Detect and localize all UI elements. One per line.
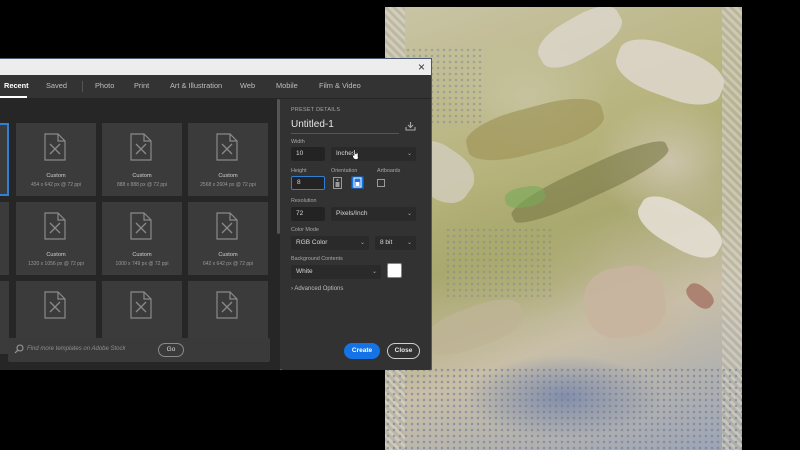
recent-presets-panel: Custom 454 x 642 px @ 72 ppi Custom 888 … [0, 99, 280, 370]
document-name[interactable]: Untitled-1 [291, 119, 334, 130]
bit-depth-select[interactable]: 8 bit ⌄ [375, 236, 416, 250]
preset-title: Custom [46, 173, 66, 179]
advanced-options-label: Advanced Options [294, 286, 344, 292]
chevron-down-icon: ⌄ [406, 151, 412, 157]
dialog-titlebar: × [0, 59, 431, 75]
chevron-down-icon: ⌄ [359, 240, 365, 246]
artboards-checkbox[interactable] [377, 179, 385, 187]
preset-card[interactable]: Custom 888 x 888 px @ 72 ppi [102, 123, 182, 196]
chevron-down-icon: ⌄ [406, 240, 412, 246]
height-label: Height [291, 168, 307, 174]
color-mode-label: Color Mode [291, 227, 319, 233]
preset-card[interactable]: Custom 1320 x 1056 px @ 72 ppi [16, 202, 96, 275]
chevron-right-icon: › [291, 286, 293, 292]
search-placeholder: Find more templates on Adobe Stock [27, 346, 126, 352]
create-button[interactable]: Create [344, 343, 380, 359]
screen: × Recent Saved Photo Print Art & Illustr… [0, 0, 800, 450]
hand-cursor-icon [352, 149, 359, 160]
new-document-dialog: × Recent Saved Photo Print Art & Illustr… [0, 58, 432, 370]
preset-card[interactable]: Custom 642 x 642 px @ 72 ppi [188, 202, 268, 275]
background-color-swatch[interactable] [387, 263, 402, 278]
save-preset-icon[interactable] [405, 121, 416, 131]
document-icon [44, 291, 66, 319]
resolution-unit-select[interactable]: Pixels/Inch ⌄ [331, 207, 416, 221]
tab-film-video[interactable]: Film & Video [319, 81, 361, 90]
document-icon [130, 133, 152, 161]
tab-print[interactable]: Print [134, 81, 149, 90]
preset-size: 454 x 642 px @ 72 ppi [30, 182, 82, 188]
orientation-label: Orientation [331, 168, 358, 174]
document-icon [130, 291, 152, 319]
preset-size: 2568 x 2604 px @ 72 ppi [200, 182, 256, 188]
name-underline [291, 133, 399, 134]
preset-size: 642 x 642 px @ 72 ppi [202, 261, 254, 267]
preset-title: Custom [218, 173, 238, 179]
close-icon[interactable]: × [418, 60, 425, 74]
portrait-orientation-icon[interactable] [332, 177, 343, 189]
document-icon [44, 212, 66, 240]
category-tabs: Recent Saved Photo Print Art & Illustrat… [0, 75, 431, 99]
document-icon [44, 133, 66, 161]
resolution-unit-value: Pixels/Inch [336, 210, 368, 217]
search-icon [14, 344, 24, 354]
width-unit-select[interactable]: Inches ⌄ [331, 147, 416, 161]
preset-title: Custom [132, 173, 152, 179]
chevron-down-icon: ⌄ [371, 269, 377, 275]
document-icon [216, 212, 238, 240]
chevron-down-icon: ⌄ [406, 211, 412, 217]
document-icon [130, 212, 152, 240]
document-icon [216, 291, 238, 319]
color-mode-value: RGB Color [296, 239, 328, 246]
artwork-canvas [385, 7, 742, 450]
preset-details-panel: PRESET DETAILS Untitled-1 Width 10 Inche… [282, 99, 430, 370]
background-contents-select[interactable]: White ⌄ [291, 265, 381, 279]
go-button[interactable]: Go [158, 343, 184, 357]
preset-title: Custom [132, 252, 152, 258]
stock-search-bar[interactable]: Find more templates on Adobe Stock [8, 338, 270, 362]
preset-size: 1000 x 749 px @ 72 ppi [115, 261, 169, 267]
preset-details-header: PRESET DETAILS [291, 107, 341, 113]
preset-card[interactable]: Custom 1000 x 749 px @ 72 ppi [102, 202, 182, 275]
bit-depth-value: 8 bit [380, 239, 393, 246]
tab-mobile[interactable]: Mobile [276, 81, 298, 90]
preset-card[interactable] [0, 123, 9, 196]
close-button[interactable]: Close [387, 343, 420, 359]
active-tab-indicator [0, 96, 27, 98]
background-contents-label: Background Contents [291, 256, 343, 262]
tab-saved[interactable]: Saved [46, 81, 67, 90]
preset-title: Custom [46, 252, 66, 258]
preset-title: Custom [218, 252, 238, 258]
preset-card[interactable] [0, 202, 9, 275]
width-input[interactable]: 10 [291, 147, 325, 161]
tab-recent[interactable]: Recent [4, 81, 29, 90]
color-mode-select[interactable]: RGB Color ⌄ [291, 236, 369, 250]
landscape-orientation-icon[interactable] [351, 176, 364, 189]
presets-scrollbar[interactable] [277, 99, 280, 234]
preset-size: 888 x 888 px @ 72 ppi [116, 182, 168, 188]
tab-art-illustration[interactable]: Art & Illustration [170, 81, 222, 90]
tab-web[interactable]: Web [240, 81, 255, 90]
preset-size: 1320 x 1056 px @ 72 ppi [28, 261, 84, 267]
artboards-label: Artboards [377, 168, 401, 174]
advanced-options-toggle[interactable]: › Advanced Options [291, 286, 343, 292]
preset-card[interactable]: Custom 2568 x 2604 px @ 72 ppi [188, 123, 268, 196]
document-icon [216, 133, 238, 161]
background-contents-value: White [296, 268, 313, 275]
tab-divider [82, 81, 83, 92]
preset-card[interactable]: Custom 454 x 642 px @ 72 ppi [16, 123, 96, 196]
width-label: Width [291, 139, 305, 145]
resolution-input[interactable]: 72 [291, 207, 325, 221]
resolution-label: Resolution [291, 198, 317, 204]
height-input[interactable]: 8 [291, 176, 325, 190]
tab-photo[interactable]: Photo [95, 81, 114, 90]
